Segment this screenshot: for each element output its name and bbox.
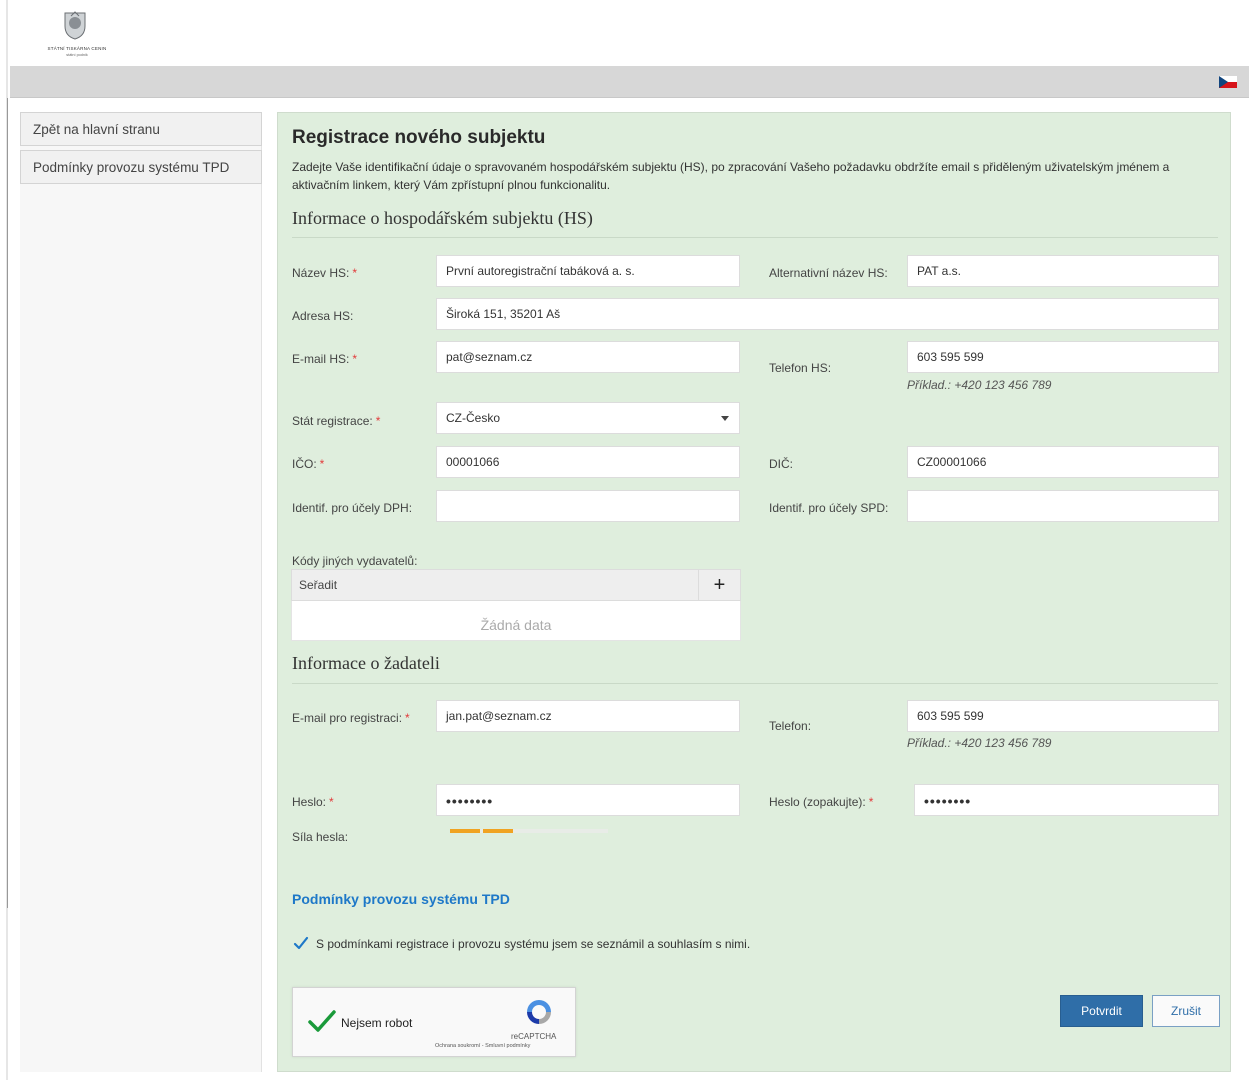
cancel-button[interactable]: Zrušit bbox=[1152, 995, 1220, 1027]
ico-input[interactable]: 00001066 bbox=[436, 446, 740, 478]
issuer-codes-label: Kódy jiných vydavatelů: bbox=[292, 554, 418, 568]
recaptcha-label: Nejsem robot bbox=[341, 1016, 413, 1030]
registration-email-label: E-mail pro registraci: * bbox=[292, 711, 410, 725]
logo-text: STÁTNÍ TISKÁRNA CENIN bbox=[47, 46, 107, 51]
email-hs-label: E-mail HS: * bbox=[292, 352, 358, 366]
registration-form: Registrace nového subjektu Zadejte Vaše … bbox=[277, 112, 1231, 1072]
header: STÁTNÍ TISKÁRNA CENIN státní podnik bbox=[10, 0, 1249, 66]
spd-id-label: Identif. pro účely SPD: bbox=[769, 501, 889, 515]
terms-link[interactable]: Podmínky provozu systému TPD bbox=[292, 891, 510, 907]
email-hs-input[interactable]: pat@seznam.cz bbox=[436, 341, 740, 373]
password-label: Heslo: * bbox=[292, 795, 334, 809]
logo[interactable]: STÁTNÍ TISKÁRNA CENIN státní podnik bbox=[32, 8, 122, 64]
phone-hs-hint: Příklad.: +420 123 456 789 bbox=[907, 378, 1052, 392]
password-strength-label: Síla hesla: bbox=[292, 830, 349, 844]
recaptcha-widget[interactable]: Nejsem robot reCAPTCHA Ochrana soukromí … bbox=[292, 987, 576, 1057]
recaptcha-logo-icon bbox=[527, 1000, 551, 1024]
phone-hs-input[interactable]: 603 595 599 bbox=[907, 341, 1219, 373]
recaptcha-terms-link[interactable]: Ochrana soukromí - Smluvní podmínky bbox=[435, 1043, 530, 1049]
vat-id-input[interactable] bbox=[436, 490, 740, 522]
alt-name-hs-input[interactable]: PAT a.s. bbox=[907, 255, 1219, 287]
password-strength-meter bbox=[450, 829, 608, 833]
strength-segment bbox=[483, 829, 513, 833]
chevron-down-icon bbox=[721, 416, 729, 421]
country-label: Stát registrace: * bbox=[292, 414, 381, 428]
spd-id-input[interactable] bbox=[907, 490, 1219, 522]
checkmark-icon bbox=[308, 1010, 336, 1032]
phone-hs-label: Telefon HS: bbox=[769, 361, 832, 375]
confirm-button[interactable]: Potvrdit bbox=[1060, 995, 1143, 1027]
section-divider bbox=[292, 683, 1218, 684]
sidebar-item-terms[interactable]: Podmínky provozu systému TPD bbox=[20, 150, 262, 184]
phone-input[interactable]: 603 595 599 bbox=[907, 700, 1219, 732]
sort-button[interactable]: Seřadit bbox=[299, 578, 337, 592]
sidebar-panel bbox=[20, 112, 262, 1072]
checkbox-checked-icon[interactable] bbox=[292, 935, 310, 953]
name-hs-label: Název HS: * bbox=[292, 266, 358, 280]
phone-hint: Příklad.: +420 123 456 789 bbox=[907, 736, 1052, 750]
section-title-applicant: Informace o žadateli bbox=[292, 653, 440, 673]
sidebar: Zpět na hlavní stranu Podmínky provozu s… bbox=[20, 112, 262, 188]
emblem-icon bbox=[64, 11, 86, 40]
scroll-track bbox=[7, 98, 8, 908]
add-code-button[interactable]: + bbox=[698, 570, 740, 600]
dic-label: DIČ: bbox=[769, 457, 793, 471]
toolbar bbox=[10, 66, 1249, 98]
ico-label: IČO: * bbox=[292, 457, 325, 471]
page-title: Registrace nového subjektu bbox=[292, 127, 546, 148]
phone-label: Telefon: bbox=[769, 719, 812, 733]
vat-id-label: Identif. pro účely DPH: bbox=[292, 501, 413, 515]
intro-text: Zadejte Vaše identifikační údaje o sprav… bbox=[292, 160, 1170, 192]
country-select[interactable]: CZ-Česko bbox=[436, 402, 740, 434]
recaptcha-brand: reCAPTCHA bbox=[511, 1032, 557, 1041]
issuer-codes-grid-header: Seřadit + bbox=[291, 569, 741, 601]
registration-email-input[interactable]: jan.pat@seznam.cz bbox=[436, 700, 740, 732]
password-repeat-input[interactable]: •••••••• bbox=[914, 784, 1219, 816]
logo-subtext: státní podnik bbox=[66, 53, 88, 57]
issuer-codes-empty: Žádná data bbox=[291, 601, 741, 641]
password-input[interactable]: •••••••• bbox=[436, 784, 740, 816]
password-repeat-label: Heslo (zopakujte): * bbox=[769, 795, 874, 809]
alt-name-hs-label: Alternativní název HS: bbox=[769, 266, 888, 280]
sidebar-item-home[interactable]: Zpět na hlavní stranu bbox=[20, 112, 262, 146]
dic-input[interactable]: CZ00001066 bbox=[907, 446, 1219, 478]
address-hs-input[interactable]: Široká 151, 35201 Aš bbox=[436, 298, 1219, 330]
strength-segment bbox=[450, 829, 480, 833]
section-divider bbox=[292, 237, 1218, 238]
section-title-hs: Informace o hospodářském subjektu (HS) bbox=[292, 208, 593, 228]
agree-text: S podmínkami registrace i provozu systém… bbox=[316, 937, 751, 951]
czech-flag-icon[interactable] bbox=[1219, 76, 1237, 88]
address-hs-label: Adresa HS: bbox=[292, 309, 354, 323]
name-hs-input[interactable]: První autoregistrační tabáková a. s. bbox=[436, 255, 740, 287]
